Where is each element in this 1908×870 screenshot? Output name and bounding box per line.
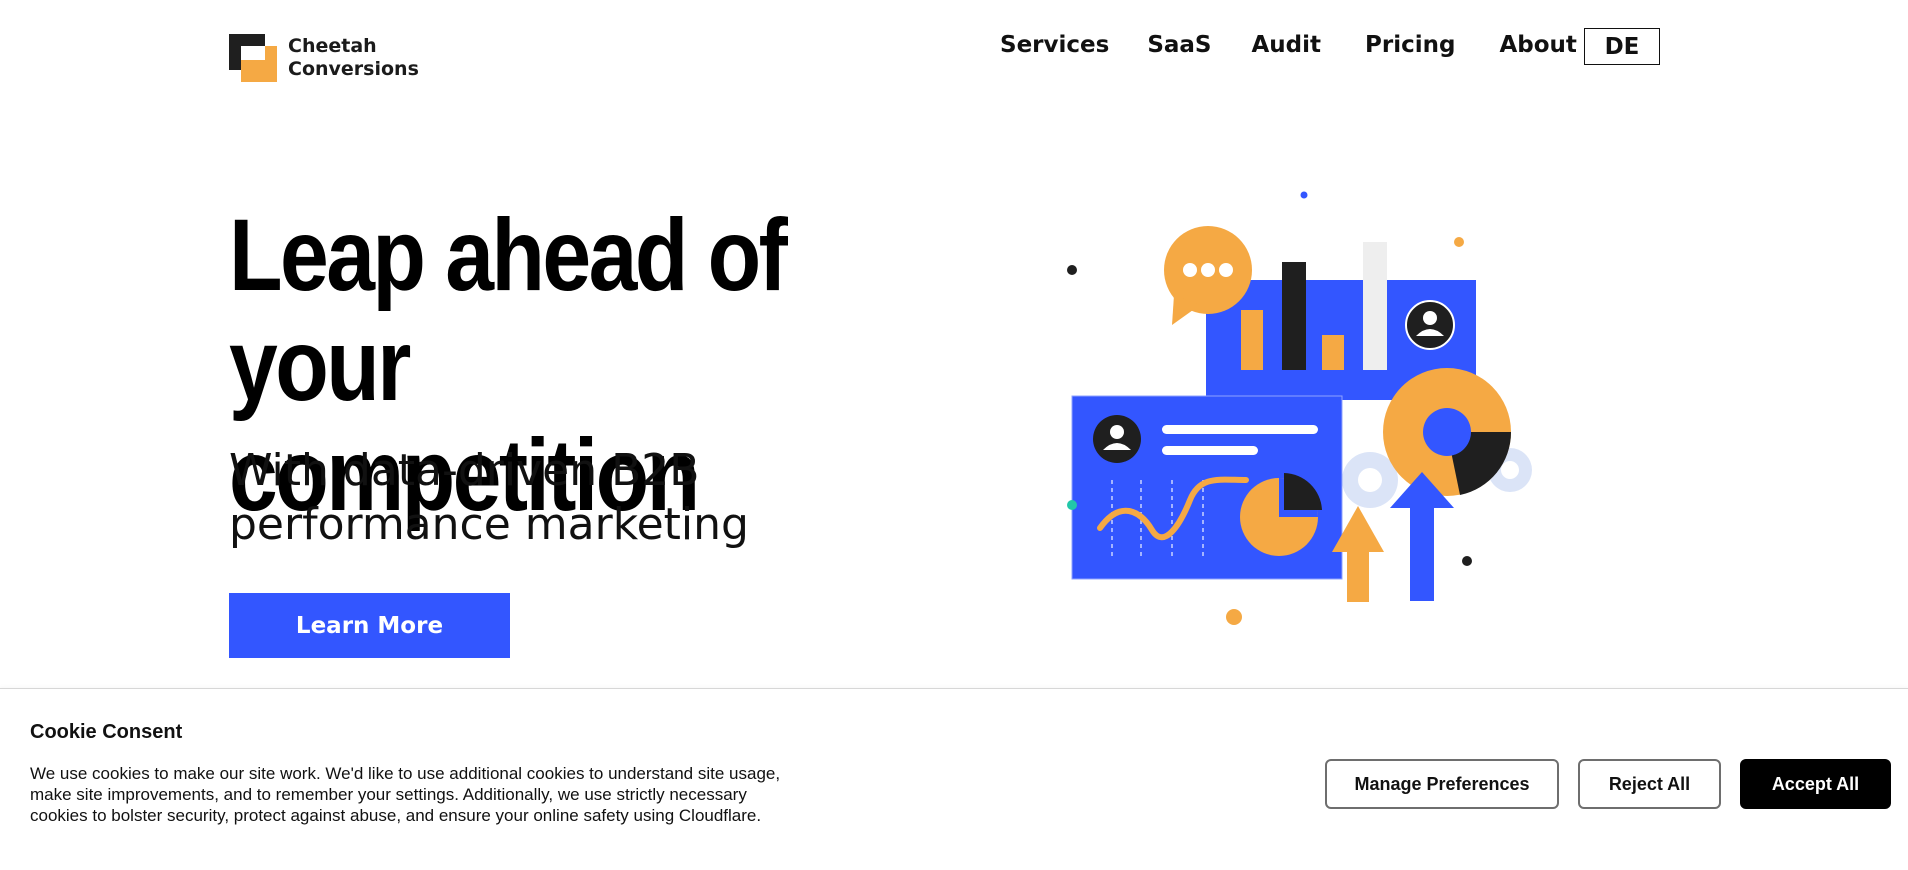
brand-name-line2: Conversions [288, 58, 419, 80]
nav-link-services[interactable]: Services [1000, 28, 1109, 62]
learn-more-button[interactable]: Learn More [229, 593, 510, 658]
page: Cheetah Conversions Services SaaS Audit … [0, 0, 1908, 870]
cookie-consent-title: Cookie Consent [30, 721, 183, 743]
nav-link-saas[interactable]: SaaS [1147, 28, 1211, 62]
main-nav: Services SaaS Audit Pricing About us [980, 28, 1615, 62]
hero-subtitle-line2: performance marketing [229, 499, 749, 550]
logo-mark-icon [229, 34, 277, 82]
cookie-consent-text: We use cookies to make our site work. We… [30, 764, 781, 825]
hero-subtitle-line1: With data-driven B2B [229, 445, 700, 496]
manage-preferences-button[interactable]: Manage Preferences [1325, 759, 1559, 809]
brand-name: Cheetah Conversions [288, 35, 419, 81]
reject-all-button[interactable]: Reject All [1578, 759, 1721, 809]
nav-link-pricing[interactable]: Pricing [1365, 28, 1455, 62]
analytics-illustration [1067, 191, 1532, 625]
nav-link-audit[interactable]: Audit [1251, 28, 1321, 62]
accept-all-button[interactable]: Accept All [1740, 759, 1891, 809]
brand-name-line1: Cheetah [288, 35, 377, 57]
language-switch-button[interactable]: DE [1584, 28, 1660, 65]
cookie-consent-banner: Cookie Consent We use cookies to make ou… [0, 688, 1908, 870]
brand-logo[interactable]: Cheetah Conversions [229, 34, 419, 82]
hero-subtitle: With data-driven B2B performance marketi… [229, 444, 849, 552]
hero-title-line1: Leap ahead of [229, 198, 788, 312]
donut-chart-icon [1383, 368, 1512, 496]
